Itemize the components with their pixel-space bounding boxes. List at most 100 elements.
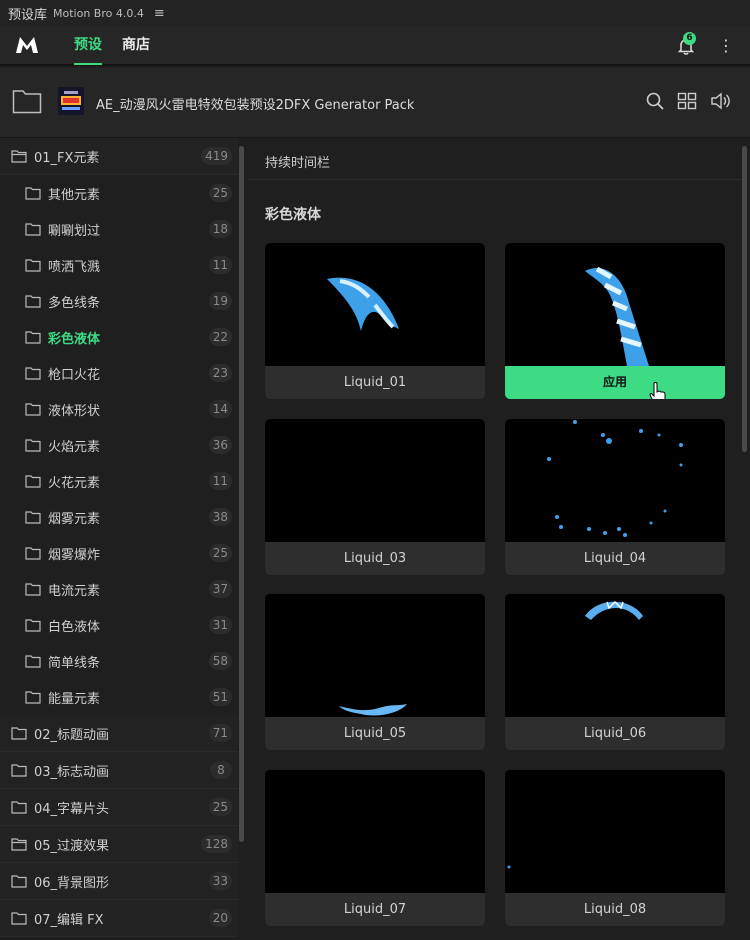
section-title: 彩色液体 [265, 207, 321, 223]
sidebar-subitem[interactable]: 唰唰划过 18 [0, 211, 238, 247]
sidebar-item-label: 02_标题动画 [34, 727, 110, 743]
item-count: 31 [208, 616, 232, 634]
sidebar-subitem[interactable]: 火花元素 11 [0, 463, 238, 499]
sidebar-subitem[interactable]: 枪口火花 23 [0, 355, 238, 391]
preset-name: Liquid_08 [583, 902, 647, 917]
sidebar-subitem[interactable]: 电流元素 37 [0, 571, 238, 607]
sidebar-item-label: 烟雾元素 [48, 511, 101, 527]
preset-name: Liquid_05 [343, 726, 407, 741]
sidebar-subitem[interactable]: 火焰元素 36 [0, 427, 238, 463]
preset-card[interactable]: Liquid_04 [505, 419, 725, 575]
sidebar-item-label: 其他元素 [48, 187, 101, 203]
liquid-preview-icon [585, 266, 649, 366]
item-count: 37 [208, 580, 232, 598]
item-count: 419 [201, 147, 232, 165]
folder-icon [11, 912, 27, 925]
item-count: 25 [208, 184, 232, 202]
sidebar-subitem[interactable]: 其他元素 25 [0, 175, 238, 211]
folder-icon [25, 619, 41, 632]
sidebar-item-label: 简单线条 [48, 655, 101, 671]
sidebar-subitem[interactable]: 白色液体 31 [0, 607, 238, 643]
apply-button[interactable]: 应用 [505, 366, 725, 399]
preset-card[interactable]: Liquid_06 [505, 594, 725, 750]
item-count: 58 [208, 652, 232, 670]
motion-bro-logo-icon[interactable] [14, 33, 40, 57]
sidebar-subitem[interactable]: 烟雾爆炸 25 [0, 535, 238, 571]
grid-scrollbar[interactable] [742, 146, 747, 452]
sidebar-subitem[interactable]: 喷洒飞溅 11 [0, 247, 238, 283]
sidebar-item-label: 07_编辑 FX [34, 912, 104, 928]
sidebar-subitem[interactable]: 简单线条 58 [0, 643, 238, 679]
preview-thumbnail [505, 770, 725, 893]
folder-icon [25, 295, 41, 308]
sidebar-item-category[interactable]: 04_字幕片头 25 [0, 789, 238, 826]
folder-icon [25, 511, 41, 524]
hand-cursor-icon [649, 381, 666, 399]
preset-card[interactable]: Liquid_03 [265, 419, 485, 575]
sidebar-item-label: 06_背景图形 [34, 875, 110, 891]
grid-view-icon[interactable] [677, 91, 697, 111]
sidebar-scrollbar[interactable] [239, 146, 244, 842]
search-icon[interactable] [645, 91, 665, 111]
item-count: 38 [208, 508, 232, 526]
sidebar-item-label: 电流元素 [48, 583, 101, 599]
preview-thumbnail [505, 243, 725, 366]
sidebar-subitem[interactable]: 彩色液体 22 [0, 319, 238, 355]
folder-icon [25, 187, 41, 200]
app-version: Motion Bro 4.0.4 [53, 6, 144, 20]
preset-card[interactable]: Liquid_01 [265, 243, 485, 399]
more-vertical-icon[interactable]: ⋮ [718, 37, 734, 55]
item-count: 19 [208, 292, 232, 310]
item-count: 22 [208, 328, 232, 346]
folder-icon [25, 547, 41, 560]
sidebar-item-category[interactable]: 03_标志动画 8 [0, 752, 238, 789]
sidebar-subitem[interactable]: 液体形状 14 [0, 391, 238, 427]
preview-thumbnail [265, 419, 485, 542]
sidebar-item-label: 烟雾爆炸 [48, 547, 101, 563]
sidebar-subitem[interactable]: 烟雾元素 38 [0, 499, 238, 535]
preset-card[interactable]: Liquid_08 [505, 770, 725, 926]
duration-bar[interactable]: 持续时间栏 [248, 138, 744, 180]
hamburger-icon[interactable]: ≡ [154, 6, 165, 21]
item-count: 25 [208, 544, 232, 562]
preset-card[interactable]: Liquid_05 [265, 594, 485, 750]
liquid-preview-icon [507, 865, 511, 869]
sidebar-subitem[interactable]: 能量元素 51 [0, 679, 238, 715]
preset-card[interactable]: Liquid_07 [265, 770, 485, 926]
item-count: 23 [208, 364, 232, 382]
folder-icon [25, 475, 41, 488]
folder-icon [11, 875, 27, 888]
preview-thumbnail [265, 594, 485, 717]
folder-icon [11, 727, 27, 740]
speaker-icon[interactable] [710, 91, 732, 111]
item-count: 20 [208, 909, 232, 927]
sidebar-item-category[interactable]: 05_过渡效果 128 [0, 826, 238, 863]
pack-thumbnail [58, 87, 84, 115]
sidebar-item-label: 火花元素 [48, 475, 101, 491]
tab-presets[interactable]: 预设 [74, 25, 102, 65]
preset-name: Liquid_06 [583, 726, 647, 741]
item-count: 11 [208, 256, 232, 274]
folder-icon [25, 403, 41, 416]
sidebar-subitem[interactable]: 多色线条 19 [0, 283, 238, 319]
sidebar-item-category[interactable]: 06_背景图形 33 [0, 863, 238, 900]
sidebar-item-label: 火焰元素 [48, 439, 101, 455]
folder-icon [25, 331, 41, 344]
folder-icon [25, 439, 41, 452]
folder-icon [25, 655, 41, 668]
preset-name: Liquid_01 [343, 375, 407, 390]
tab-store[interactable]: 商店 [122, 25, 150, 65]
liquid-preview-icon [585, 600, 643, 620]
sidebar-item-category[interactable]: 02_标题动画 71 [0, 715, 238, 752]
sidebar-item-category[interactable]: 07_编辑 FX 20 [0, 900, 238, 937]
sidebar-item-label: 喷洒飞溅 [48, 259, 101, 275]
liquid-preview-icon [547, 420, 683, 537]
folder-icon[interactable] [12, 88, 42, 114]
sidebar-item-label: 白色液体 [48, 619, 101, 635]
sidebar-item-fx-elements[interactable]: 01_FX元素 419 [0, 138, 238, 175]
item-count: 71 [208, 724, 232, 742]
preset-name: Liquid_07 [343, 902, 407, 917]
title-bar: 预设库 Motion Bro 4.0.4 ≡ [0, 0, 750, 26]
preset-card[interactable]: 应用 [505, 243, 725, 399]
folder-icon [25, 367, 41, 380]
